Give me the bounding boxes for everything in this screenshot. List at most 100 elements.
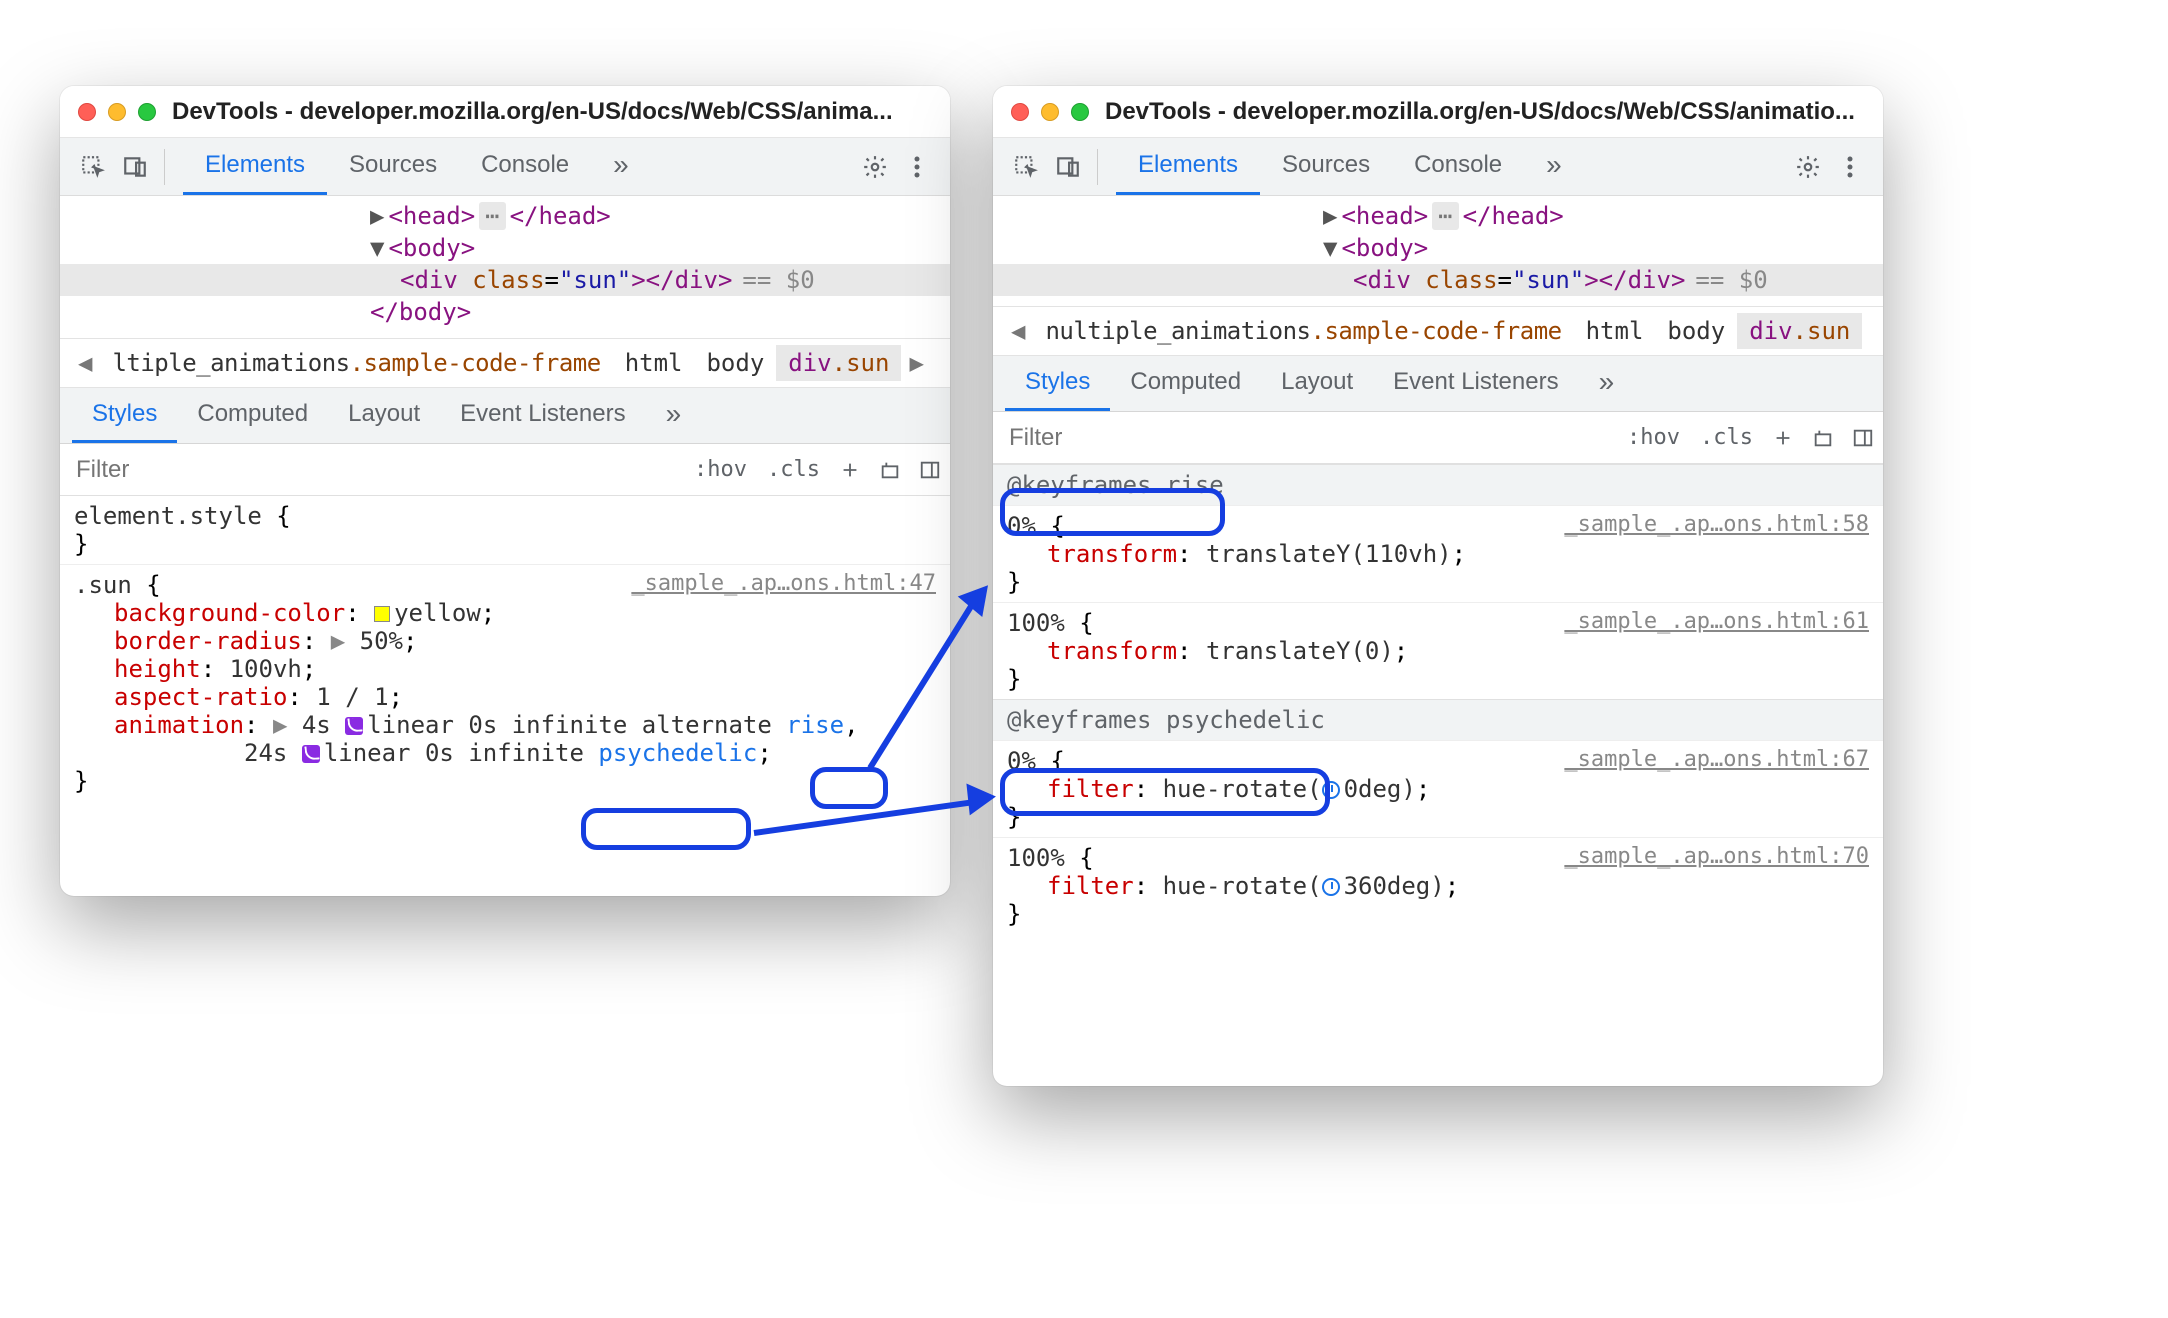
inspect-icon[interactable]: [72, 146, 114, 188]
styles-pane: @keyframes rise _sample_.ap…ons.html:58 …: [993, 464, 1883, 954]
dom-head[interactable]: ▶<head>⋯</head>: [60, 200, 950, 232]
new-rule-icon[interactable]: [1763, 418, 1803, 458]
dom-tree: ▶<head>⋯</head> ▼<body> ⋯ <div class="su…: [993, 196, 1883, 306]
titlebar: DevTools - developer.mozilla.org/en-US/d…: [993, 86, 1883, 138]
styles-pane: element.style { } _sample_.ap…ons.html:4…: [60, 496, 950, 821]
divider: [1097, 149, 1098, 185]
devtools-window-left: DevTools - developer.mozilla.org/en-US/d…: [60, 86, 950, 896]
computed-sidebar-icon[interactable]: [870, 450, 910, 490]
new-rule-icon[interactable]: [830, 450, 870, 490]
keyframe-rise-100[interactable]: _sample_.ap…ons.html:61 100% { transform…: [993, 602, 1883, 699]
gear-icon[interactable]: [1787, 146, 1829, 188]
angle-clock-icon[interactable]: [1322, 878, 1340, 896]
rule-element-style[interactable]: element.style { }: [60, 496, 950, 564]
keyframes-header-psychedelic[interactable]: @keyframes psychedelic: [993, 699, 1883, 740]
tab-sources[interactable]: Sources: [1260, 138, 1392, 195]
dom-head[interactable]: ▶<head>⋯</head>: [993, 200, 1883, 232]
tab-console[interactable]: Console: [459, 138, 591, 195]
keyframe-psy-100[interactable]: _sample_.ap…ons.html:70 100% { filter: h…: [993, 837, 1883, 934]
breadcrumb-html[interactable]: html: [1574, 313, 1656, 349]
breadcrumb-prev-icon[interactable]: ◀: [1003, 317, 1033, 345]
arrow-head-icon: [966, 781, 997, 816]
styles-tabs: Styles Computed Layout Event Listeners: [993, 356, 1883, 412]
toggle-sidebar-icon[interactable]: [1843, 418, 1883, 458]
breadcrumb-div-sun[interactable]: div.sun: [776, 345, 901, 381]
tab-sources[interactable]: Sources: [327, 138, 459, 195]
zoom-icon[interactable]: [138, 103, 156, 121]
tab-overflow-icon[interactable]: [1524, 138, 1584, 195]
keyframes-link-psychedelic[interactable]: psychedelic: [598, 739, 757, 767]
dom-body-close[interactable]: </body>: [60, 296, 950, 328]
source-link[interactable]: _sample_.ap…ons.html:70: [1564, 844, 1869, 869]
hov-toggle[interactable]: :hov: [684, 457, 757, 482]
breadcrumb-body[interactable]: body: [1655, 313, 1737, 349]
angle-clock-icon[interactable]: [1322, 781, 1340, 799]
dom-div-sun[interactable]: <div class="sun"></div>== $0: [60, 264, 950, 296]
tab-elements[interactable]: Elements: [183, 138, 327, 195]
hov-toggle[interactable]: :hov: [1617, 425, 1690, 450]
subtab-event-listeners[interactable]: Event Listeners: [440, 388, 645, 443]
minimize-icon[interactable]: [108, 103, 126, 121]
breadcrumb-body[interactable]: body: [694, 345, 776, 381]
subtab-computed[interactable]: Computed: [1110, 356, 1261, 411]
computed-sidebar-icon[interactable]: [1803, 418, 1843, 458]
prop-animation[interactable]: animation: ▶ 4s linear 0s infinite alter…: [74, 711, 936, 739]
breadcrumb-prev-icon[interactable]: ◀: [70, 349, 100, 377]
color-swatch-icon[interactable]: [374, 606, 390, 622]
subtab-styles[interactable]: Styles: [1005, 356, 1110, 411]
dom-div-sun[interactable]: ⋯ <div class="sun"></div>== $0: [993, 264, 1883, 296]
prop-border-radius[interactable]: border-radius: ▶ 50%;: [74, 627, 936, 655]
subtab-layout[interactable]: Layout: [328, 388, 440, 443]
minimize-icon[interactable]: [1041, 103, 1059, 121]
filter-bar: :hov .cls: [60, 444, 950, 496]
source-link[interactable]: _sample_.ap…ons.html:67: [1564, 747, 1869, 772]
prop-animation-2[interactable]: 24s linear 0s infinite psychedelic;: [74, 739, 936, 767]
prop-background-color[interactable]: background-color: yellow;: [74, 599, 936, 627]
tab-console[interactable]: Console: [1392, 138, 1524, 195]
tab-elements[interactable]: Elements: [1116, 138, 1260, 195]
source-link[interactable]: _sample_.ap…ons.html:47: [631, 571, 936, 596]
more-icon[interactable]: [1829, 146, 1871, 188]
subtab-computed[interactable]: Computed: [177, 388, 328, 443]
tab-overflow-icon[interactable]: [591, 138, 651, 195]
subtab-overflow-icon[interactable]: [1579, 356, 1635, 411]
prop-aspect-ratio[interactable]: aspect-ratio: 1 / 1;: [74, 683, 936, 711]
prop-height[interactable]: height: 100vh;: [74, 655, 936, 683]
cls-toggle[interactable]: .cls: [1690, 425, 1763, 450]
dom-body-open[interactable]: ▼<body>: [993, 232, 1883, 264]
more-icon[interactable]: [896, 146, 938, 188]
breadcrumb-frame[interactable]: ltiple_animations.sample-code-frame: [100, 345, 612, 381]
breadcrumb-frame[interactable]: nultiple_animations.sample-code-frame: [1033, 313, 1573, 349]
device-toggle-icon[interactable]: [1047, 146, 1089, 188]
filter-input[interactable]: [993, 412, 1617, 463]
gear-icon[interactable]: [854, 146, 896, 188]
keyframe-rise-0[interactable]: _sample_.ap…ons.html:58 0% { transform: …: [993, 505, 1883, 602]
device-toggle-icon[interactable]: [114, 146, 156, 188]
breadcrumb-html[interactable]: html: [613, 345, 695, 381]
keyframes-link-rise[interactable]: rise: [786, 711, 844, 739]
breadcrumb-div-sun[interactable]: div.sun: [1737, 313, 1862, 349]
subtab-event-listeners[interactable]: Event Listeners: [1373, 356, 1578, 411]
breadcrumb-next-icon[interactable]: ▶: [901, 349, 931, 377]
source-link[interactable]: _sample_.ap…ons.html:58: [1564, 512, 1869, 537]
rule-sun[interactable]: _sample_.ap…ons.html:47 .sun { backgroun…: [60, 564, 950, 801]
toggle-sidebar-icon[interactable]: [910, 450, 950, 490]
dom-tree: ▶<head>⋯</head> ▼<body> <div class="sun"…: [60, 196, 950, 338]
keyframe-psy-0[interactable]: _sample_.ap…ons.html:67 0% { filter: hue…: [993, 740, 1883, 837]
easing-icon[interactable]: [345, 717, 363, 735]
close-icon[interactable]: [1011, 103, 1029, 121]
zoom-icon[interactable]: [1071, 103, 1089, 121]
keyframes-header-rise[interactable]: @keyframes rise: [993, 464, 1883, 505]
titlebar: DevTools - developer.mozilla.org/en-US/d…: [60, 86, 950, 138]
source-link[interactable]: _sample_.ap…ons.html:61: [1564, 609, 1869, 634]
cls-toggle[interactable]: .cls: [757, 457, 830, 482]
easing-icon[interactable]: [302, 745, 320, 763]
filter-input[interactable]: [60, 444, 684, 495]
dom-body-open[interactable]: ▼<body>: [60, 232, 950, 264]
close-icon[interactable]: [78, 103, 96, 121]
devtools-window-right: DevTools - developer.mozilla.org/en-US/d…: [993, 86, 1883, 1086]
inspect-icon[interactable]: [1005, 146, 1047, 188]
subtab-overflow-icon[interactable]: [646, 388, 702, 443]
subtab-layout[interactable]: Layout: [1261, 356, 1373, 411]
subtab-styles[interactable]: Styles: [72, 388, 177, 443]
